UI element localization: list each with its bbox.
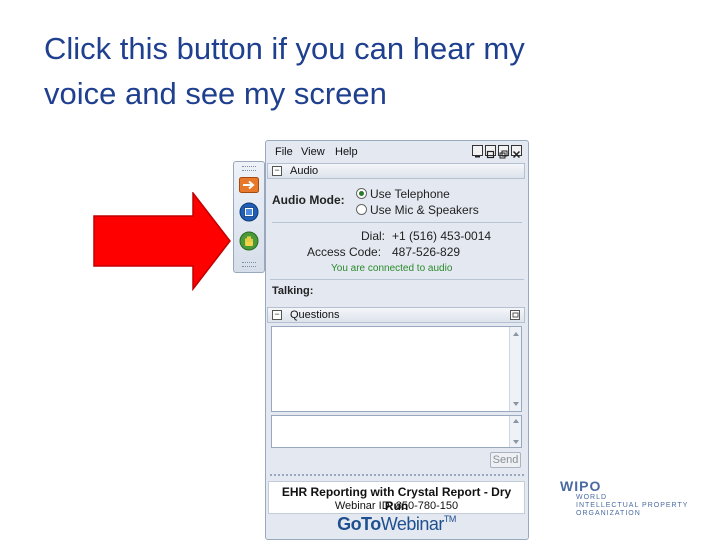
scroll-down-icon[interactable]	[513, 402, 519, 406]
scroll-up-icon[interactable]	[513, 332, 519, 336]
side-toolbar	[233, 161, 265, 273]
dial-label: Dial:	[361, 229, 386, 243]
brand-goto: GoTo	[337, 514, 381, 534]
minimize-button[interactable]	[472, 145, 483, 158]
wipo-line-2: INTELLECTUAL PROPERTY	[576, 502, 689, 509]
radio-use-telephone[interactable]	[356, 188, 367, 199]
input-scroll-up-icon[interactable]	[513, 419, 519, 423]
brand-webinar: Webinar	[380, 514, 445, 534]
access-code-value: 487-526-829	[392, 245, 461, 259]
screen-icon[interactable]	[239, 202, 259, 222]
arrow-right-icon[interactable]	[239, 176, 259, 194]
close-icon	[512, 150, 521, 159]
menu-bar: File View Help	[266, 141, 528, 163]
question-input[interactable]	[271, 415, 522, 448]
questions-section-title: Questions	[290, 309, 340, 321]
resize-grip[interactable]	[270, 474, 524, 476]
slide-title-line-1: Click this button if you can hear my	[44, 31, 525, 66]
audio-section-header[interactable]: − Audio	[267, 163, 525, 179]
collapse-audio-icon[interactable]: −	[272, 166, 282, 176]
menu-file[interactable]: File	[275, 146, 293, 158]
popout-icon[interactable]	[510, 310, 520, 320]
radio-use-mic-speakers[interactable]	[356, 204, 367, 215]
toolbar-grip-bottom[interactable]	[242, 262, 256, 267]
brand-tm: TM	[443, 514, 457, 524]
wipo-name: WIPO	[560, 478, 602, 494]
maximize-button[interactable]	[485, 145, 496, 159]
hand-raise-icon[interactable]	[239, 231, 259, 251]
audio-section-title: Audio	[290, 165, 319, 177]
slide-title: Click this button if you can hear my voi…	[44, 26, 684, 116]
maximize-icon	[486, 150, 495, 159]
audio-divider	[272, 222, 522, 223]
option-use-mic-label[interactable]: Use Mic & Speakers	[370, 203, 479, 217]
slide-title-line-2: voice and see my screen	[44, 76, 387, 111]
dial-value: +1 (516) 453-0014	[392, 229, 492, 243]
webinar-info-box: EHR Reporting with Crystal Report - Dry …	[268, 481, 525, 514]
toolbar-grip-top[interactable]	[242, 166, 256, 171]
gotowebinar-logo: GoToWebinarTM	[268, 514, 525, 535]
webinar-id: Webinar ID: 850-780-150	[334, 500, 459, 512]
menu-help[interactable]: Help	[335, 146, 358, 158]
option-use-telephone-label[interactable]: Use Telephone	[370, 187, 450, 201]
questions-section-header[interactable]: − Questions	[267, 307, 525, 323]
wipo-logo: WIPO WORLD INTELLECTUAL PROPERTY ORGANIZ…	[560, 478, 700, 518]
audio-mode-label: Audio Mode:	[272, 193, 345, 207]
collapse-questions-icon[interactable]: −	[272, 310, 282, 320]
restore-button[interactable]	[498, 145, 509, 159]
menu-view[interactable]: View	[301, 146, 325, 158]
wipo-line-1: WORLD	[576, 494, 608, 501]
close-button[interactable]	[511, 145, 522, 159]
talking-label: Talking:	[272, 285, 314, 297]
send-button[interactable]: Send	[490, 452, 521, 468]
question-input-scrollbar[interactable]	[509, 416, 521, 447]
input-scroll-down-icon[interactable]	[513, 440, 519, 444]
wipo-line-3: ORGANIZATION	[576, 510, 641, 517]
access-code-label: Access Code:	[307, 245, 382, 259]
minimize-icon	[475, 156, 480, 158]
connected-status: You are connected to audio	[331, 263, 453, 274]
questions-log-scrollbar[interactable]	[509, 327, 521, 411]
questions-log[interactable]	[271, 326, 522, 412]
restore-icon	[499, 150, 508, 159]
red-arrow-pointer	[93, 192, 231, 292]
talking-divider	[270, 279, 524, 280]
